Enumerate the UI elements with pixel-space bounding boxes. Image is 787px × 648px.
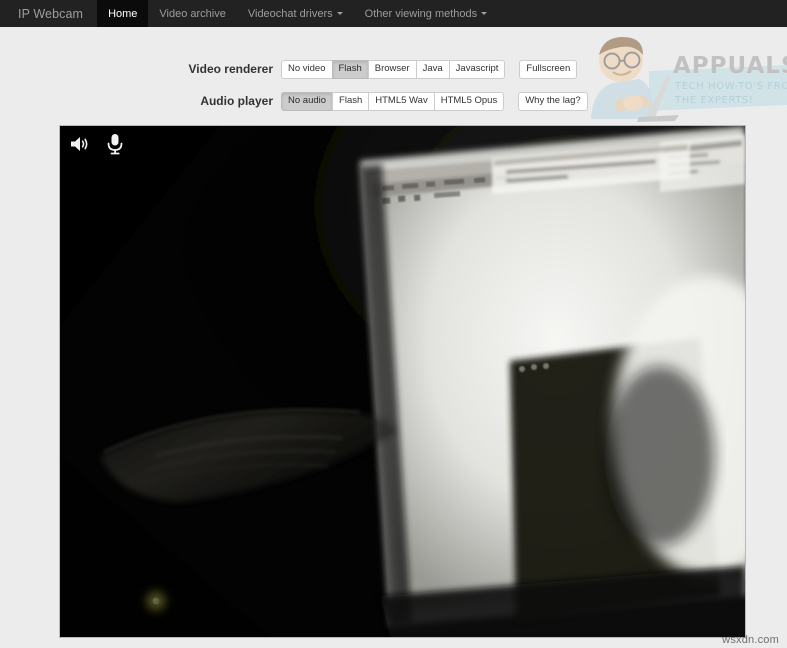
site-watermark-text: wsxdn.com <box>722 634 779 646</box>
control-row-label: Video renderer <box>188 62 273 76</box>
button-groups: No audio Flash HTML5 Wav HTML5 Opus Why the … <box>281 91 588 111</box>
button-no-audio[interactable]: No audio <box>281 91 333 111</box>
button-java[interactable]: Java <box>415 59 449 79</box>
nav-item-label: Home <box>108 7 138 20</box>
button-fullscreen[interactable]: Fullscreen <box>519 59 578 79</box>
button-no-video[interactable]: No video <box>281 59 332 79</box>
button-group: No video Flash Browser Java Javascript <box>281 59 506 79</box>
video-stream-frame <box>60 126 745 637</box>
nav-item-label: Other viewing methods <box>364 7 478 20</box>
nav-item-label: Videochat drivers <box>247 7 333 20</box>
nav-item-video-archive[interactable]: Video archive <box>148 0 236 27</box>
brand-title[interactable]: IP Webcam <box>0 0 97 27</box>
button-html5-wav[interactable]: HTML5 Wav <box>368 91 434 111</box>
speaker-icon[interactable] <box>68 132 92 156</box>
control-row-video-renderer: Video renderer No video Flash Browser Java Ja… <box>0 56 760 82</box>
button-why-the-lag[interactable]: Why the lag? <box>518 91 588 111</box>
microphone-icon[interactable] <box>104 132 126 156</box>
nav-item-other-viewing-methods[interactable]: Other viewing methods <box>354 0 499 27</box>
nav-item-home[interactable]: Home <box>97 0 149 27</box>
button-javascript[interactable]: Javascript <box>448 59 506 79</box>
button-html5-opus[interactable]: HTML5 Opus <box>433 91 505 111</box>
video-overlay-icon-bar <box>68 132 126 156</box>
chevron-down-icon <box>336 12 343 15</box>
button-groups: No video Flash Browser Java Javascript Fullsc… <box>281 59 578 79</box>
nav-item-label: Video archive <box>159 7 226 20</box>
button-group: Fullscreen <box>519 59 578 79</box>
renderer-controls: Video renderer No video Flash Browser Java Ja… <box>0 56 760 120</box>
button-group: Why the lag? <box>518 91 588 111</box>
chevron-down-icon <box>481 12 488 15</box>
control-row-audio-player: Audio player No audio Flash HTML5 Wav HTML5 … <box>0 88 760 114</box>
button-flash[interactable]: Flash <box>331 59 368 79</box>
button-group: No audio Flash HTML5 Wav HTML5 Opus <box>281 91 505 111</box>
nav-item-videochat-drivers[interactable]: Videochat drivers <box>237 0 354 27</box>
top-navbar: IP Webcam Home Video archive Videochat dri… <box>0 0 787 27</box>
nav-item-list: Home Video archive Videochat drivers Other … <box>97 0 498 27</box>
page-root: IP Webcam Home Video archive Videochat dri… <box>0 0 787 648</box>
control-row-label: Audio player <box>200 94 273 108</box>
button-flash[interactable]: Flash <box>332 91 369 111</box>
video-player[interactable] <box>59 125 746 638</box>
button-browser[interactable]: Browser <box>367 59 416 79</box>
